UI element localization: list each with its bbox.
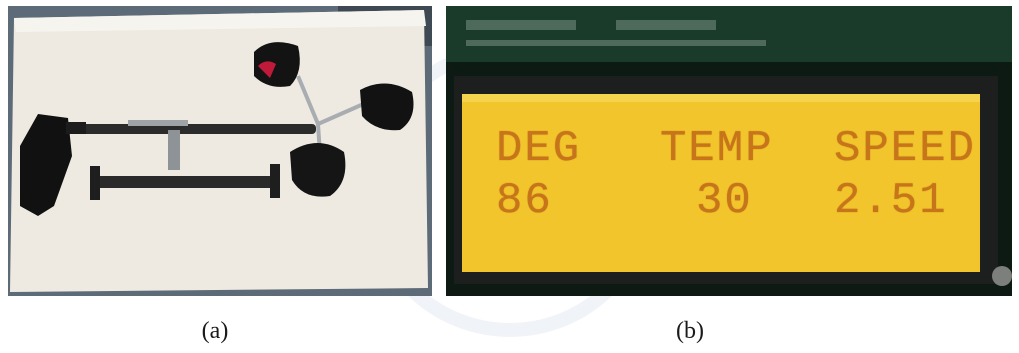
- lcd-row-2: 86 30 2.51: [496, 176, 966, 226]
- caption-a: (a): [201, 318, 229, 344]
- lcd-value-deg: 86: [496, 176, 553, 226]
- lcd-value-temp: 30: [696, 176, 753, 226]
- lcd-label-deg: DEG: [496, 124, 582, 174]
- lcd-display-photo: DEG TEMP SPEED 86 30 2.51: [446, 6, 1012, 296]
- caption-b: (b): [676, 318, 704, 344]
- lcd-value-speed: 2.51: [834, 176, 948, 226]
- lcd-label-speed: SPEED: [834, 124, 977, 174]
- lcd-row-1: DEG TEMP SPEED: [496, 124, 974, 174]
- anemometer-photo: [8, 6, 432, 296]
- lcd-label-temp: TEMP: [660, 124, 774, 174]
- anemometer-illustration: [8, 6, 432, 296]
